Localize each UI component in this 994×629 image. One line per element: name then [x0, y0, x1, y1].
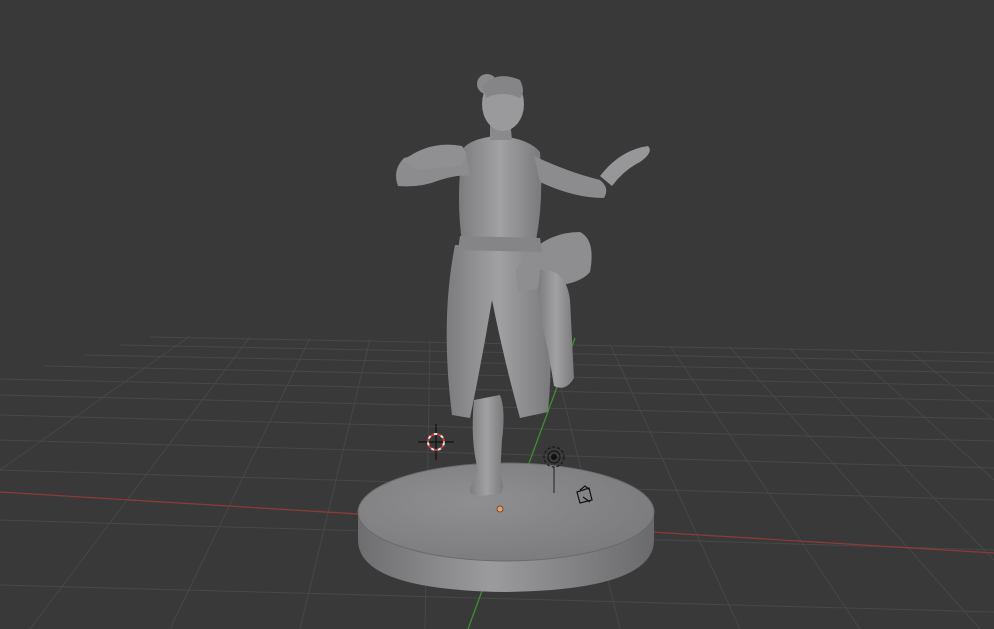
3d-cursor-icon[interactable]: [418, 424, 454, 460]
viewport-canvas[interactable]: [0, 0, 994, 629]
figure-sculpt[interactable]: [396, 74, 650, 496]
object-origin-dot[interactable]: [496, 505, 504, 513]
3d-viewport[interactable]: [0, 0, 994, 629]
model-base[interactable]: [357, 462, 655, 592]
